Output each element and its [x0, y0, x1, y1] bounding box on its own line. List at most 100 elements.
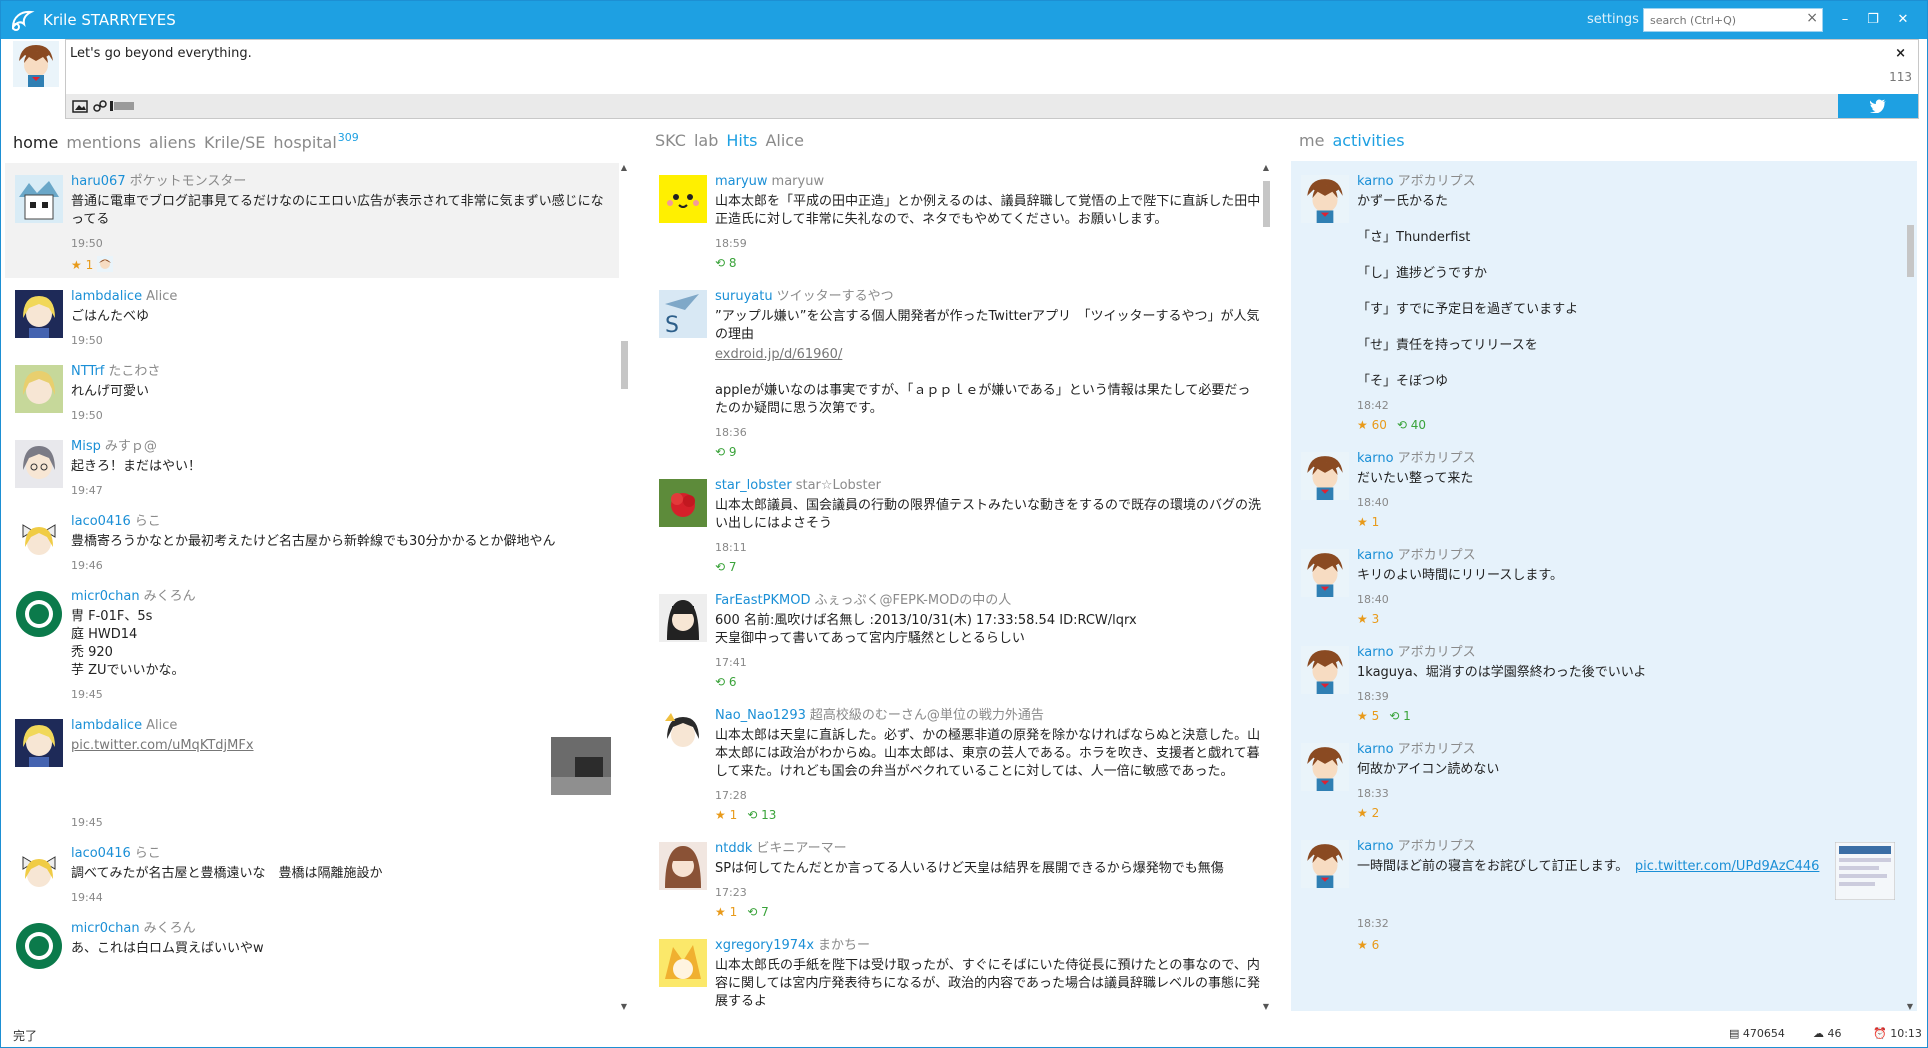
settings-link[interactable]: settings	[1587, 12, 1639, 27]
tab-krile-se[interactable]: Krile/SE	[204, 133, 265, 152]
user-avatar[interactable]	[659, 842, 707, 890]
status-item[interactable]: lambdalice Alice ごはんたべゆ 19:50	[5, 278, 619, 353]
retweet-count[interactable]: ⟲ 6	[715, 675, 737, 689]
favorite-count[interactable]: ★ 1	[71, 258, 93, 272]
retweet-count[interactable]: ⟲ 7	[747, 905, 769, 919]
favorite-count[interactable]: ★ 6	[1357, 938, 1379, 952]
status-screen-name[interactable]: NTTrf	[71, 364, 104, 379]
status-item[interactable]: karno アボカリプス 1kaguya、堀消すのは学園祭終わった後でいいよ 18…	[1291, 634, 1903, 731]
tab-home[interactable]: home	[13, 133, 58, 152]
retweet-count[interactable]: ⟲ 40	[1397, 418, 1426, 432]
scroll-up-arrow-icon[interactable]: ▲	[1261, 163, 1271, 172]
user-avatar[interactable]: S	[659, 290, 707, 338]
scroll-thumb[interactable]	[621, 341, 628, 389]
status-time[interactable]: 18:36	[715, 426, 1261, 439]
search-clear-icon[interactable]: ×	[1806, 10, 1818, 26]
user-avatar[interactable]	[1301, 646, 1349, 694]
retweet-count[interactable]: ⟲ 1	[1389, 709, 1411, 723]
status-item[interactable]: xgregory1974x まかちー 山本太郎氏の手紙を陛下は受け取ったが、すぐに…	[649, 927, 1269, 1011]
status-item[interactable]: micr0chan みくろん 冑 F-01F、5s 庭 HWD14 禿 920 芋…	[5, 578, 619, 707]
status-screen-name[interactable]: maryuw	[715, 174, 768, 189]
api-remaining[interactable]: ☁ 46	[1813, 1027, 1842, 1040]
status-time[interactable]: 19:50	[71, 237, 611, 250]
favorite-count[interactable]: ★ 1	[715, 905, 737, 919]
tab-hospital[interactable]: hospital309	[273, 131, 358, 152]
user-avatar[interactable]	[15, 440, 63, 488]
activities-scrollbar[interactable]: ▼	[1905, 163, 1915, 1011]
status-link[interactable]: pic.twitter.com/uMqKTdjMFx	[71, 738, 254, 753]
my-avatar[interactable]	[13, 41, 59, 87]
scroll-down-arrow-icon[interactable]: ▼	[1905, 1002, 1915, 1011]
status-time[interactable]: 18:59	[715, 237, 1261, 250]
status-item[interactable]: Misp みすｐ@ 起きろ！まだはやい！ 19:47	[5, 428, 619, 503]
status-screen-name[interactable]: micr0chan	[71, 921, 140, 936]
scroll-up-arrow-icon[interactable]: ▲	[619, 163, 629, 172]
status-time[interactable]: 19:50	[71, 409, 611, 422]
status-time[interactable]: 17:23	[715, 886, 1261, 899]
tab-me[interactable]: me	[1299, 131, 1324, 150]
status-screen-name[interactable]: lambdalice	[71, 718, 142, 733]
status-item[interactable]: Nao_Nao1293 超高校級のむーさん@単位の戦力外通告 山本太郎は天皇に直訴…	[649, 697, 1269, 830]
search-box[interactable]: ×	[1643, 8, 1823, 32]
status-screen-name[interactable]: laco0416	[71, 846, 131, 861]
status-time[interactable]: 19:46	[71, 559, 611, 572]
status-time[interactable]: 18:11	[715, 541, 1261, 554]
scroll-thumb[interactable]	[1263, 181, 1270, 227]
retweet-count[interactable]: ⟲ 13	[747, 808, 776, 822]
user-avatar[interactable]	[1301, 549, 1349, 597]
status-time[interactable]: 19:47	[71, 484, 611, 497]
status-item[interactable]: NTTrf たこわさ れんげ可愛い 19:50	[5, 353, 619, 428]
status-screen-name[interactable]: micr0chan	[71, 589, 140, 604]
status-item[interactable]: S suruyatu ツイッターするやつ ”アップル嫌い”を公言する個人開発者が作…	[649, 278, 1269, 467]
scroll-thumb[interactable]	[1907, 225, 1914, 277]
user-avatar[interactable]	[15, 365, 63, 413]
scroll-down-arrow-icon[interactable]: ▼	[619, 1002, 629, 1011]
status-time[interactable]: 18:42	[1357, 399, 1895, 412]
user-avatar[interactable]	[659, 709, 707, 757]
image-thumbnail[interactable]	[551, 737, 611, 795]
status-screen-name[interactable]: xgregory1974x	[715, 938, 814, 953]
status-item[interactable]: karno アボカリプス 一時間ほど前の寝言をお詫びして訂正します。 pic.tw…	[1291, 828, 1903, 958]
status-time[interactable]: 18:39	[1357, 690, 1895, 703]
status-screen-name[interactable]: karno	[1357, 451, 1394, 466]
user-avatar[interactable]	[15, 590, 63, 638]
composer-text[interactable]: Let's go beyond everything.	[70, 46, 252, 61]
status-item[interactable]: karno アボカリプス キリのよい時間にリリースします。 18:40 ★ 3	[1291, 537, 1903, 634]
status-screen-name[interactable]: star_lobster	[715, 478, 792, 493]
tab-activities[interactable]: activities	[1332, 131, 1404, 150]
status-item[interactable]: karno アボカリプス かずー氏かるた 「さ」Thunderfist 「し」進捗…	[1291, 163, 1903, 440]
status-item[interactable]: haru067 ポケットモンスター 普通に電車でブログ記事見てるだけなのにエロい広…	[5, 163, 619, 278]
search-input[interactable]	[1644, 9, 1794, 31]
status-screen-name[interactable]: Nao_Nao1293	[715, 708, 806, 723]
retweet-count[interactable]: ⟲ 9	[715, 445, 737, 459]
send-tweet-button[interactable]	[1838, 94, 1918, 118]
scroll-down-arrow-icon[interactable]: ▼	[1261, 1002, 1271, 1011]
retweet-count[interactable]: ⟲ 8	[715, 256, 737, 270]
status-screen-name[interactable]: haru067	[71, 174, 126, 189]
tab-skc[interactable]: SKC	[655, 131, 686, 150]
favorite-count[interactable]: ★ 1	[715, 808, 737, 822]
attach-image-icon[interactable]	[72, 98, 88, 114]
status-time[interactable]: 17:28	[715, 789, 1261, 802]
status-time[interactable]: 19:50	[71, 334, 611, 347]
status-item[interactable]: maryuw maryuw 山本太郎を「平成の田中正造」とか例えるのは、議員辞職し…	[649, 163, 1269, 278]
status-time[interactable]: 18:40	[1357, 593, 1895, 606]
status-item[interactable]: karno アボカリプス 何故かアイコン読めない 18:33 ★ 2	[1291, 731, 1903, 828]
tab-lab[interactable]: lab	[694, 131, 718, 150]
favorite-count[interactable]: ★ 2	[1357, 806, 1379, 820]
composer-close-icon[interactable]: ×	[1895, 46, 1906, 61]
status-item[interactable]: lambdalice Alice pic.twitter.com/uMqKTdjM…	[5, 707, 619, 835]
status-item[interactable]: FarEastPKMOD ふぇっぷく@FEPK-MODの中の人 600 名前:風吹…	[649, 582, 1269, 697]
status-screen-name[interactable]: karno	[1357, 742, 1394, 757]
status-screen-name[interactable]: karno	[1357, 645, 1394, 660]
restore-button[interactable]: ❐	[1861, 9, 1885, 31]
user-avatar[interactable]	[659, 479, 707, 527]
status-screen-name[interactable]: karno	[1357, 839, 1394, 854]
favorite-count[interactable]: ★ 5	[1357, 709, 1379, 723]
close-window-button[interactable]: ✕	[1891, 9, 1915, 31]
status-screen-name[interactable]: FarEastPKMOD	[715, 593, 810, 608]
image-thumbnail[interactable]	[1835, 842, 1895, 900]
user-avatar[interactable]	[1301, 743, 1349, 791]
retweet-count[interactable]: ⟲ 7	[715, 560, 737, 574]
user-avatar[interactable]	[1301, 175, 1349, 223]
